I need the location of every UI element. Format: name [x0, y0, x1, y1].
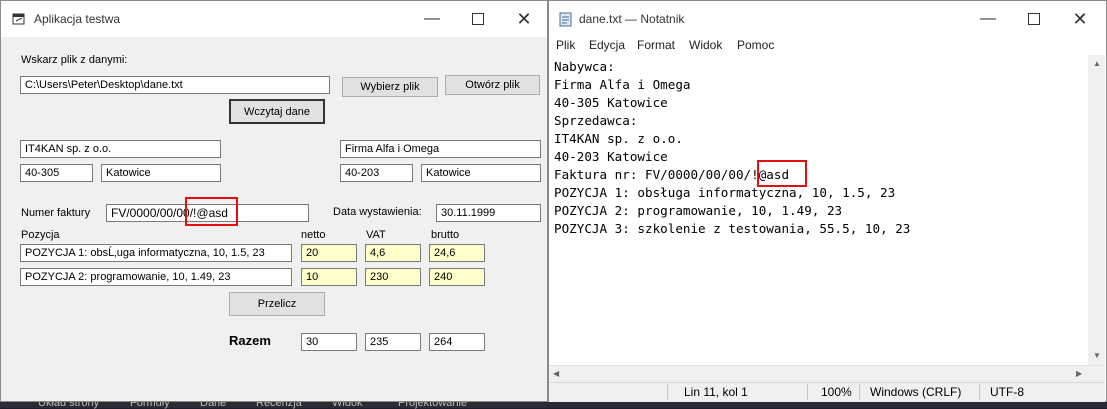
menu-format[interactable]: Format: [637, 38, 675, 52]
menu-edycja[interactable]: Edycja: [589, 38, 625, 52]
status-divider: [859, 384, 860, 400]
menu-plik[interactable]: Plik: [556, 38, 575, 52]
scroll-down-icon[interactable]: ▼: [1093, 351, 1101, 360]
app-window: Aplikacja testwa — ✕ Wskarz plik z danym…: [0, 0, 548, 402]
app-icon: [12, 12, 26, 29]
close-button[interactable]: ✕: [1057, 1, 1103, 37]
scroll-right-icon[interactable]: ▶: [1076, 369, 1082, 378]
status-divider: [667, 384, 668, 400]
notepad-window: dane.txt — Notatnik — ✕ Plik Edycja Form…: [548, 0, 1107, 402]
highlight-box: [757, 160, 807, 187]
menu-pomoc[interactable]: Pomoc: [737, 38, 774, 52]
text-line: POZYCJA 3: szkolenie z testowania, 55.5,…: [554, 221, 911, 236]
menu-widok[interactable]: Widok: [689, 38, 722, 52]
maximize-button[interactable]: [1011, 1, 1057, 37]
text-line: Firma Alfa i Omega: [554, 77, 691, 92]
total-vat-field[interactable]: 235: [365, 333, 421, 351]
vertical-scrollbar[interactable]: ▲ ▼: [1088, 55, 1105, 365]
maximize-button[interactable]: [455, 1, 501, 37]
text-line: IT4KAN sp. z o.o.: [554, 131, 683, 146]
status-encoding: UTF-8: [990, 385, 1024, 399]
seller-name-field[interactable]: IT4KAN sp. z o.o.: [20, 140, 221, 158]
notepad-title: dane.txt — Notatnik: [579, 12, 685, 26]
status-divider: [979, 384, 980, 400]
minimize-button[interactable]: —: [409, 1, 455, 37]
invoice-number-label: Numer faktury: [21, 207, 91, 219]
col-header-pozycja: Pozycja: [21, 229, 60, 241]
status-line-ending: Windows (CRLF): [870, 385, 962, 399]
item-2-netto-field[interactable]: 10: [301, 268, 357, 286]
scroll-left-icon[interactable]: ◀: [553, 369, 559, 378]
item-1-vat-field[interactable]: 4,6: [365, 244, 421, 262]
item-2-vat-field[interactable]: 230: [365, 268, 421, 286]
text-line: Sprzedawca:: [554, 113, 638, 128]
file-path-input[interactable]: C:\Users\Peter\Desktop\dane.txt: [20, 76, 330, 94]
status-divider: [807, 384, 808, 400]
buyer-city-field[interactable]: Katowice: [421, 164, 541, 182]
close-button[interactable]: ✕: [501, 1, 547, 37]
total-label: Razem: [229, 333, 271, 348]
status-zoom: 100%: [821, 385, 852, 399]
item-1-brutto-field[interactable]: 24,6: [429, 244, 485, 262]
status-position: Lin 11, kol 1: [684, 385, 748, 399]
notepad-icon: [559, 12, 572, 30]
text-editor[interactable]: Nabywca: Firma Alfa i Omega 40-305 Katow…: [549, 55, 1088, 365]
text-line: POZYCJA 1: obsługa informatyczna, 10, 1.…: [554, 185, 896, 200]
issue-date-field[interactable]: 30.11.1999: [436, 204, 541, 222]
text-line: POZYCJA 2: programowanie, 10, 1.49, 23: [554, 203, 843, 218]
open-file-button[interactable]: Otwórz plik: [445, 75, 540, 95]
item-2-brutto-field[interactable]: 240: [429, 268, 485, 286]
seller-zip-field[interactable]: 40-305: [20, 164, 93, 182]
seller-city-field[interactable]: Katowice: [101, 164, 221, 182]
text-line: 40-203 Katowice: [554, 149, 668, 164]
total-brutto-field[interactable]: 264: [429, 333, 485, 351]
col-header-vat: VAT: [366, 229, 386, 241]
buyer-zip-field[interactable]: 40-203: [340, 164, 413, 182]
issue-date-label: Data wystawienia:: [333, 206, 422, 218]
app-title: Aplikacja testwa: [34, 12, 121, 26]
item-1-desc-field[interactable]: POZYCJA 1: obsĹ‚uga informatyczna, 10, 1…: [20, 244, 292, 262]
item-1-netto-field[interactable]: 20: [301, 244, 357, 262]
highlight-box: [185, 197, 238, 226]
scroll-up-icon[interactable]: ▲: [1093, 59, 1101, 68]
item-2-desc-field[interactable]: POZYCJA 2: programowanie, 10, 1.49, 23: [20, 268, 292, 286]
col-header-brutto: brutto: [431, 229, 460, 241]
minimize-button[interactable]: —: [965, 1, 1011, 37]
text-line: 40-305 Katowice: [554, 95, 668, 110]
choose-file-button[interactable]: Wybierz plik: [342, 77, 438, 97]
file-label: Wskarz plik z danymi:: [21, 54, 128, 66]
col-header-netto: netto: [301, 229, 326, 241]
recalculate-button[interactable]: Przelicz: [229, 292, 325, 316]
text-line: Nabywca:: [554, 59, 615, 74]
load-data-button[interactable]: Wczytaj dane: [229, 99, 325, 124]
text-line: Faktura nr: FV/0000/00/00/!@asd: [554, 167, 790, 182]
buyer-name-field[interactable]: Firma Alfa i Omega: [340, 140, 541, 158]
total-netto-field[interactable]: 30: [301, 333, 357, 351]
horizontal-scrollbar[interactable]: ◀ ▶: [549, 365, 1105, 382]
